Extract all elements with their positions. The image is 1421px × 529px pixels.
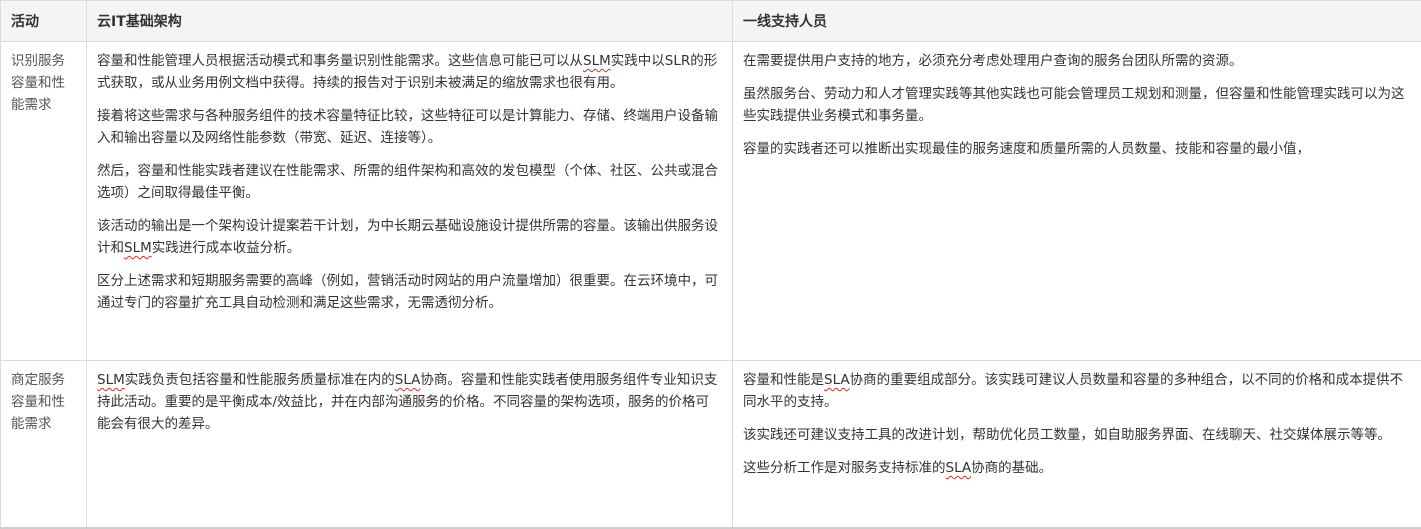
header-activity: 活动 <box>0 0 87 42</box>
table-row: 商定服务容量和性能需求 SLM实践负责包括容量和性能服务质量标准在内的SLA协商… <box>0 360 1421 529</box>
capacity-performance-table: 活动 云IT基础架构 一线支持人员 识别服务容量和性能需求 容量和性能管理人员根… <box>0 0 1421 529</box>
header-cloud-it: 云IT基础架构 <box>86 0 733 42</box>
paragraph: 虽然服务台、劳动力和人才管理实践等其他实践也可能会管理员工规划和测量，但容量和性… <box>743 86 1405 124</box>
paragraph: 这些分析工作是对服务支持标准的SLA协商的基础。 <box>743 460 1053 476</box>
table-header: 活动 云IT基础架构 一线支持人员 <box>0 0 1421 42</box>
paragraph: 容量的实践者还可以推断出实现最佳的服务速度和质量所需的人员数量、技能和容量的最小… <box>743 141 1310 157</box>
paragraph: 容量和性能管理人员根据活动模式和事务量识别性能需求。这些信息可能已可以从SLM实… <box>97 53 718 91</box>
spellcheck-term: SLM <box>124 240 152 256</box>
paragraph: 然后，容量和性能实践者建议在性能需求、所需的组件架构和高效的发包模型（个体、社区… <box>97 163 718 201</box>
spellcheck-term: SLA <box>824 372 850 388</box>
cloud-it-cell: SLM实践负责包括容量和性能服务质量标准在内的SLA协商。容量和性能实践者使用服… <box>86 360 733 529</box>
spellcheck-term: SLA <box>394 372 421 388</box>
header-frontline: 一线支持人员 <box>732 0 1421 42</box>
paragraph: 接着将这些需求与各种服务组件的技术容量特征比较，这些特征可以是计算能力、存储、终… <box>97 108 718 146</box>
cloud-it-cell: 容量和性能管理人员根据活动模式和事务量识别性能需求。这些信息可能已可以从SLM实… <box>86 41 733 361</box>
activity-cell: 识别服务容量和性能需求 <box>0 41 87 361</box>
header-row: 活动 云IT基础架构 一线支持人员 <box>0 0 1421 42</box>
spellcheck-term: SLM <box>583 53 611 69</box>
frontline-cell: 容量和性能是SLA协商的重要组成部分。该实践可建议人员数量和容量的多种组合，以不… <box>732 360 1421 529</box>
paragraph: 区分上述需求和短期服务需要的高峰（例如，营销活动时网站的用户流量增加）很重要。在… <box>97 273 718 311</box>
activity-cell: 商定服务容量和性能需求 <box>0 360 87 529</box>
spellcheck-term: SLA <box>945 460 972 476</box>
paragraph: 该活动的输出是一个架构设计提案若干计划，为中长期云基础设施设计提供所需的容量。该… <box>97 218 718 256</box>
paragraph: 在需要提供用户支持的地方，必须充分考虑处理用户查询的服务台团队所需的资源。 <box>743 53 1243 69</box>
table-row: 识别服务容量和性能需求 容量和性能管理人员根据活动模式和事务量识别性能需求。这些… <box>0 41 1421 361</box>
paragraph: 容量和性能是SLA协商的重要组成部分。该实践可建议人员数量和容量的多种组合，以不… <box>743 372 1404 410</box>
spellcheck-term: SLM <box>97 372 125 388</box>
paragraph: SLM实践负责包括容量和性能服务质量标准在内的SLA协商。容量和性能实践者使用服… <box>97 372 718 432</box>
frontline-cell: 在需要提供用户支持的地方，必须充分考虑处理用户查询的服务台团队所需的资源。 虽然… <box>732 41 1421 361</box>
paragraph: 该实践还可建议支持工具的改进计划，帮助优化员工数量，如自助服务界面、在线聊天、社… <box>743 427 1391 443</box>
